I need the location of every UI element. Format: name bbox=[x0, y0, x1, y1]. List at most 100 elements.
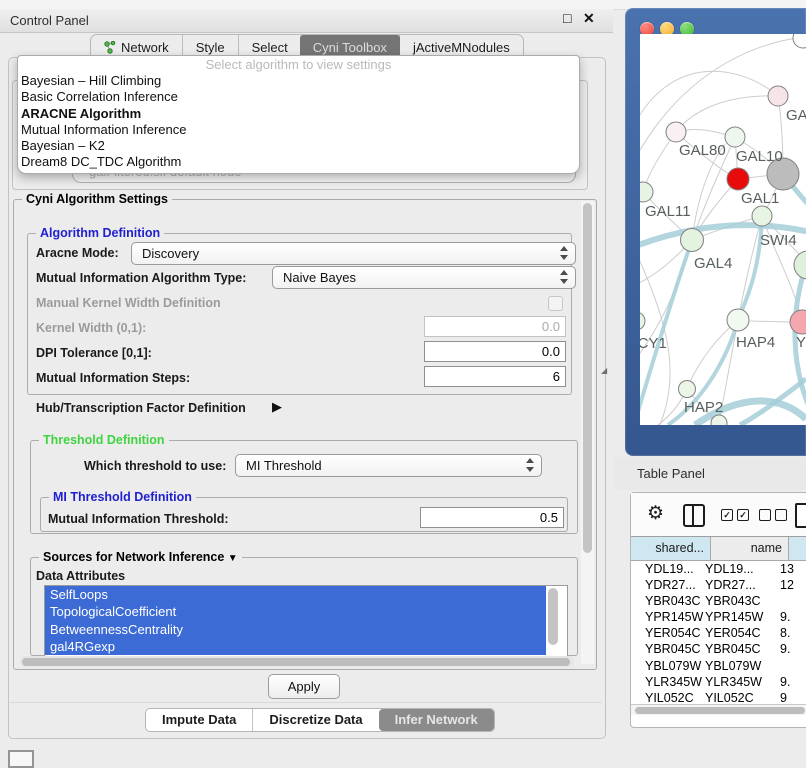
algorithm-option[interactable]: Bayesian – K2 bbox=[18, 138, 579, 154]
mi-type-value: Naive Bayes bbox=[283, 270, 356, 285]
table-row[interactable]: YIL052CYIL052C9 bbox=[631, 690, 806, 704]
combo-arrows-icon bbox=[526, 458, 535, 472]
network-view-window[interactable]: GAL GAL80 GAL10 GAL1 GAL11 SWI4 GAL4 GCY… bbox=[625, 8, 806, 456]
table-cell: YER054C bbox=[631, 625, 705, 641]
gear-icon[interactable]: ⚙ bbox=[647, 504, 664, 524]
table-cell: 8. bbox=[780, 625, 806, 641]
sources-collapse-arrow-icon[interactable]: ▼ bbox=[228, 553, 238, 564]
column-header-shared-name[interactable]: shared... bbox=[631, 537, 711, 560]
checked-box-icon: ✓ bbox=[721, 509, 733, 521]
show-columns-icon[interactable] bbox=[683, 504, 705, 527]
settings-hscrollbar-thumb[interactable] bbox=[22, 658, 570, 666]
tab-network-label: Network bbox=[121, 40, 169, 55]
aracne-mode-combo[interactable]: Discovery bbox=[131, 242, 576, 265]
mi-type-combo[interactable]: Naive Bayes bbox=[272, 266, 576, 289]
table-cell: YDR27... bbox=[631, 577, 705, 593]
algorithm-option[interactable]: Bayesian – Hill Climbing bbox=[18, 73, 579, 89]
attributes-scrollbar-thumb[interactable] bbox=[548, 588, 558, 645]
table-row[interactable]: YBR045CYBR045C9. bbox=[631, 641, 806, 657]
settings-scrollbar-thumb[interactable] bbox=[583, 203, 592, 553]
kernel-width-label: Kernel Width (0,1): bbox=[36, 321, 146, 335]
table-row[interactable]: YLR345WYLR345W9. bbox=[631, 674, 806, 690]
table-cell: YER054C bbox=[705, 625, 780, 641]
attribute-item[interactable]: BetweennessCentrality bbox=[45, 621, 546, 638]
table-cell: YIL052C bbox=[631, 690, 705, 704]
table-hscrollbar-thumb[interactable] bbox=[635, 707, 805, 714]
hub-expand-arrow-icon[interactable]: ▶ bbox=[272, 399, 282, 415]
panel-resize-grip[interactable]: ◢ bbox=[601, 368, 606, 378]
manual-kernel-label: Manual Kernel Width Definition bbox=[36, 296, 221, 310]
table-row[interactable]: YBL079WYBL079W bbox=[631, 658, 806, 674]
table-cell: 9 bbox=[780, 690, 806, 704]
tab-cyni-toolbox-label: Cyni Toolbox bbox=[313, 40, 387, 55]
algorithm-option[interactable]: Basic Correlation Inference bbox=[18, 89, 579, 105]
hub-definition-label[interactable]: Hub/Transcription Factor Definition bbox=[36, 401, 246, 415]
table-cell: YPR145W bbox=[631, 609, 705, 625]
tab-impute-data[interactable]: Impute Data bbox=[146, 709, 252, 731]
control-panel-title: Control Panel bbox=[10, 13, 89, 28]
checked-box-icon: ✓ bbox=[737, 509, 749, 521]
table-cell: 13 bbox=[780, 561, 806, 577]
manual-kernel-checkbox[interactable] bbox=[548, 296, 563, 311]
column-header-partial[interactable] bbox=[789, 537, 806, 560]
algorithm-option[interactable]: ARACNE Algorithm bbox=[18, 106, 579, 122]
table-hscrollbar-track[interactable] bbox=[631, 704, 806, 715]
network-graph: GAL GAL80 GAL10 GAL1 GAL11 SWI4 GAL4 GCY… bbox=[640, 34, 806, 425]
combo-arrows-icon bbox=[560, 246, 569, 260]
export-table-icon[interactable] bbox=[795, 503, 806, 528]
bottom-left-partial-button[interactable] bbox=[8, 750, 34, 768]
close-window-icon[interactable]: ✕ bbox=[583, 10, 595, 27]
table-cell: YBR045C bbox=[631, 641, 705, 657]
dpi-tolerance-label: DPI Tolerance [0,1]: bbox=[36, 346, 152, 360]
table-cell: 9. bbox=[780, 641, 806, 657]
dpi-tolerance-field[interactable]: 0.0 bbox=[424, 341, 566, 362]
mi-threshold-label: Mutual Information Threshold: bbox=[48, 512, 229, 526]
column-header-name[interactable]: name bbox=[711, 537, 789, 560]
algorithm-option[interactable]: Dream8 DC_TDC Algorithm bbox=[18, 154, 579, 170]
mi-steps-field[interactable]: 6 bbox=[424, 366, 566, 387]
table-panel-box: ⚙ ✓ ✓ shared... name YDL19...YDL19...13Y… bbox=[630, 492, 806, 728]
attribute-item[interactable]: SelfLoops bbox=[45, 586, 546, 603]
table-row[interactable]: YBR043CYBR043C bbox=[631, 593, 806, 609]
aracne-mode-value: Discovery bbox=[142, 246, 199, 261]
select-all-icon[interactable]: ✓ ✓ bbox=[721, 509, 749, 521]
node-label: SWI4 bbox=[760, 232, 797, 249]
mi-threshold-field[interactable]: 0.5 bbox=[420, 507, 564, 528]
table-cell: 9. bbox=[780, 674, 806, 690]
attribute-item[interactable]: gal4RGexp bbox=[45, 638, 546, 655]
cyni-settings-title: Cyni Algorithm Settings bbox=[22, 192, 172, 206]
kernel-width-field[interactable]: 0.0 bbox=[424, 316, 566, 337]
algorithm-option[interactable]: Mutual Information Inference bbox=[18, 122, 579, 138]
tab-discretize-data[interactable]: Discretize Data bbox=[252, 709, 378, 731]
tab-infer-network[interactable]: Infer Network bbox=[379, 709, 494, 731]
table-cell bbox=[780, 658, 806, 674]
attribute-item[interactable]: TopologicalCoefficient bbox=[45, 603, 546, 620]
table-toolbar: ⚙ ✓ ✓ bbox=[631, 493, 806, 537]
unchecked-box-icon bbox=[775, 509, 787, 521]
algorithm-dropdown-placeholder: Select algorithm to view settings bbox=[18, 56, 579, 73]
table-cell: YBL079W bbox=[705, 658, 780, 674]
table-cell: YIL052C bbox=[705, 690, 780, 704]
mi-steps-label: Mutual Information Steps: bbox=[36, 371, 190, 385]
data-attributes-list[interactable]: SelfLoopsTopologicalCoefficientBetweenne… bbox=[44, 585, 568, 657]
node-label: HAP2 bbox=[684, 399, 723, 416]
node-label: Y bbox=[796, 334, 806, 351]
table-cell: YLR345W bbox=[631, 674, 705, 690]
table-cell: YBR043C bbox=[631, 593, 705, 609]
table-panel-title: Table Panel bbox=[637, 466, 705, 481]
which-threshold-label: Which threshold to use: bbox=[84, 459, 226, 473]
which-threshold-combo[interactable]: MI Threshold bbox=[235, 454, 542, 477]
deselect-all-icon[interactable] bbox=[759, 509, 787, 521]
network-canvas[interactable]: GAL GAL80 GAL10 GAL1 GAL11 SWI4 GAL4 GCY… bbox=[640, 34, 806, 425]
table-cell: YBL079W bbox=[631, 658, 705, 674]
node-label: GAL10 bbox=[736, 148, 783, 165]
node-label: HAP4 bbox=[736, 334, 775, 351]
table-row[interactable]: YER054CYER054C8. bbox=[631, 625, 806, 641]
float-window-icon[interactable]: □ bbox=[563, 10, 571, 26]
apply-button[interactable]: Apply bbox=[268, 674, 340, 699]
table-row[interactable]: YDR27...YDR27...12 bbox=[631, 577, 806, 593]
table-row[interactable]: YDL19...YDL19...13 bbox=[631, 561, 806, 577]
table-row[interactable]: YPR145WYPR145W9. bbox=[631, 609, 806, 625]
table-cell: YDR27... bbox=[705, 577, 780, 593]
table-cell: 12 bbox=[780, 577, 806, 593]
